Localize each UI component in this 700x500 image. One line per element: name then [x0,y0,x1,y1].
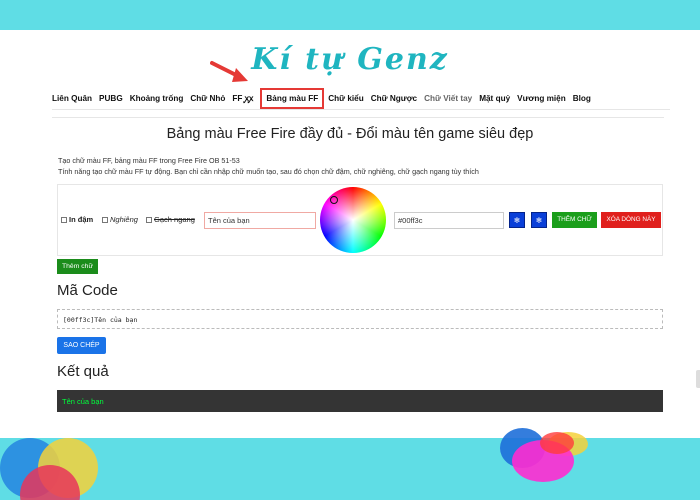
copy-button[interactable]: SAO CHÉP [57,337,106,354]
red-arrow-icon [210,61,248,82]
page-title: Bảng màu Free Fire đầy đủ - Đổi màu tên … [166,126,534,142]
bold-option[interactable]: In đậm [61,215,93,224]
strike-checkbox[interactable] [146,216,152,223]
strike-label: Gạch ngang [154,215,195,224]
scrollbar-handle[interactable] [696,370,700,388]
bold-checkbox[interactable] [61,216,67,223]
strike-option[interactable]: Gạch ngang [146,215,195,224]
main-nav: Liên Quân PUBG Khoảng trống Chữ Nhỏ FF ꭙ… [52,88,670,110]
description-line-2: Tính năng tạo chữ màu FF tự động. Bạn ch… [58,167,479,176]
snowflake-icon-button-1[interactable]: ❄ [509,212,525,228]
nav-item-blog[interactable]: Blog [573,94,591,103]
result-heading: Kết quả [57,363,109,380]
delete-row-button[interactable]: XÓA DÒNG NÀY [601,212,661,228]
nav-item-chu-nho[interactable]: Chữ Nhỏ [190,94,225,103]
name-input[interactable]: Tên của bạn [204,212,316,229]
decor-circle-red-right [540,432,574,454]
nav-item-bang-mau-ff[interactable]: Bảng màu FF [260,88,325,109]
nav-item-mat-quy[interactable]: Mặt quỷ [479,94,510,103]
hex-color-input[interactable]: #00ff3c [394,212,504,229]
snowflake-icon-button-2[interactable]: ❄ [531,212,547,228]
nav-item-pubg[interactable]: PUBG [99,94,123,103]
page-description: Tạo chữ màu FF, bảng màu FF trong Free F… [58,155,479,177]
result-preview: Tên của bạn [57,390,663,412]
bold-label: In đậm [69,215,94,224]
nav-item-chu-nguoc[interactable]: Chữ Ngược [371,94,417,103]
nav-item-vuong-mien[interactable]: Vương miện [517,94,566,103]
site-logo[interactable]: Kí tự Genz [0,42,700,77]
italic-label: Nghiêng [110,215,138,224]
nav-divider [52,117,664,118]
nav-item-khoang-trong[interactable]: Khoảng trống [130,94,184,103]
color-picker-handle[interactable] [330,196,338,204]
code-heading: Mã Code [57,282,118,299]
color-editor-panel: In đậm Nghiêng Gạch ngang Tên của bạn #0… [57,184,663,256]
nav-item-ff[interactable]: FF ꭙꭙ [232,93,253,104]
italic-checkbox[interactable] [102,216,108,223]
code-output[interactable]: [00ff3c]Tên của bạn [57,309,663,329]
nav-item-chu-viet-tay[interactable]: Chữ Viết tay [424,94,472,103]
nav-item-chu-kieu[interactable]: Chữ kiểu [328,94,364,103]
add-text-button[interactable]: THÊM CHỮ [552,212,597,228]
description-line-1: Tạo chữ màu FF, bảng màu FF trong Free F… [58,156,240,165]
add-row-button[interactable]: Thêm chữ [57,259,98,274]
page-content: Kí tự Genz Liên Quân PUBG Khoảng trống C… [0,30,700,438]
nav-item-lien-quan[interactable]: Liên Quân [52,94,92,103]
italic-option[interactable]: Nghiêng [102,215,138,224]
